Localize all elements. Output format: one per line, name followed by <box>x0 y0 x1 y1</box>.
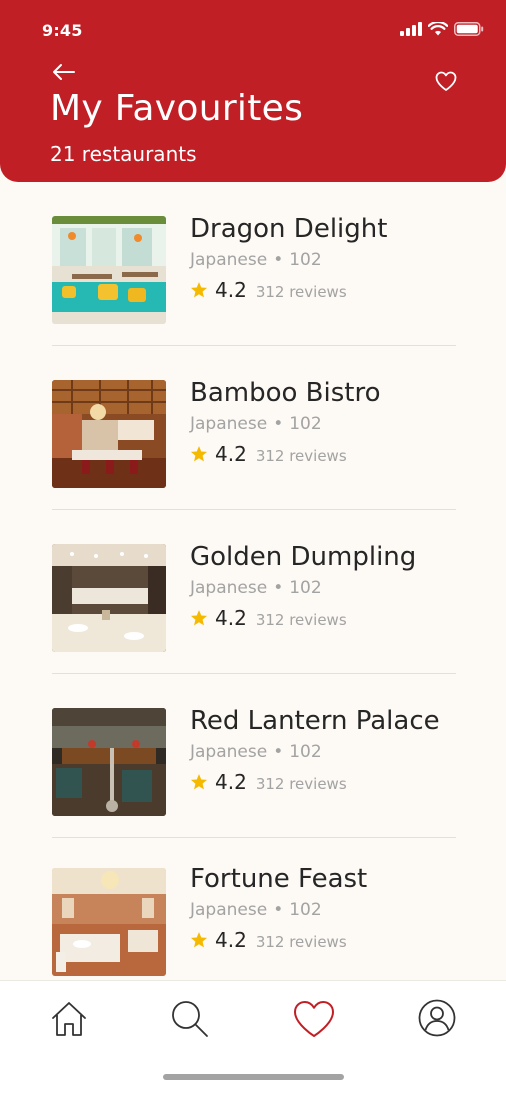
signal-icon <box>400 22 422 36</box>
restaurant-code: 102 <box>289 742 322 762</box>
page-title: My Favourites <box>50 88 304 129</box>
meta-separator: • <box>273 414 284 434</box>
wifi-icon <box>428 22 448 36</box>
rating-row: 4.2 312 reviews <box>190 278 347 302</box>
restaurant-card-golden-dumpling[interactable]: Golden Dumpling Japanese • 102 4.2 312 rev… <box>52 510 456 674</box>
meta-separator: • <box>273 250 284 270</box>
restaurant-photo <box>52 216 166 324</box>
home-indicator <box>163 1074 344 1080</box>
cuisine-label: Japanese <box>190 578 268 598</box>
rating-value: 4.2 <box>215 278 247 302</box>
arrow-left-icon <box>53 64 75 80</box>
review-count: 312 reviews <box>255 283 347 301</box>
restaurant-card-fortune-feast[interactable]: Fortune Feast Japanese • 102 4.2 312 revie… <box>52 838 456 980</box>
restaurant-name: Dragon Delight <box>190 214 388 244</box>
restaurant-meta: Japanese • 102 <box>190 414 322 434</box>
review-count: 312 reviews <box>255 611 347 629</box>
star-icon <box>190 932 208 948</box>
meta-separator: • <box>273 900 284 920</box>
heart-icon <box>294 1001 334 1037</box>
heart-outline-icon <box>435 71 457 91</box>
status-time: 9:45 <box>42 21 83 40</box>
restaurant-photo <box>52 868 166 976</box>
star-icon <box>190 446 208 462</box>
rating-row: 4.2 312 reviews <box>190 442 347 466</box>
profile-icon <box>418 999 456 1037</box>
restaurant-card-red-lantern-palace[interactable]: Red Lantern Palace Japanese • 102 4.2 312 … <box>52 674 456 838</box>
restaurant-card-dragon-delight[interactable]: Dragon Delight Japanese • 102 4.2 312 revi… <box>52 182 456 346</box>
star-icon <box>190 774 208 790</box>
restaurant-meta: Japanese • 102 <box>190 742 322 762</box>
search-icon <box>172 1001 208 1037</box>
restaurant-card-bamboo-bistro[interactable]: Bamboo Bistro Japanese • 102 4.2 312 revie… <box>52 346 456 510</box>
restaurant-name: Fortune Feast <box>190 864 368 894</box>
star-icon <box>190 610 208 626</box>
tab-home[interactable] <box>49 999 89 1039</box>
restaurant-name: Bamboo Bistro <box>190 378 381 408</box>
favourites-list: Dragon Delight Japanese • 102 4.2 312 revi… <box>0 182 506 980</box>
restaurant-code: 102 <box>289 578 322 598</box>
restaurant-meta: Japanese • 102 <box>190 900 322 920</box>
cuisine-label: Japanese <box>190 742 268 762</box>
cuisine-label: Japanese <box>190 250 268 270</box>
rating-value: 4.2 <box>215 442 247 466</box>
tab-profile[interactable] <box>418 999 458 1039</box>
restaurant-photo <box>52 708 166 816</box>
restaurant-code: 102 <box>289 250 322 270</box>
header: 9:45 My Favourites 21 restaurants <box>0 0 506 182</box>
cuisine-label: Japanese <box>190 414 268 434</box>
review-count: 312 reviews <box>255 447 347 465</box>
home-icon <box>52 1002 86 1036</box>
rating-row: 4.2 312 reviews <box>190 770 347 794</box>
restaurant-name: Golden Dumpling <box>190 542 417 572</box>
back-button[interactable] <box>50 60 78 84</box>
meta-separator: • <box>273 578 284 598</box>
rating-value: 4.2 <box>215 606 247 630</box>
review-count: 312 reviews <box>255 775 347 793</box>
restaurant-count: 21 restaurants <box>50 142 197 166</box>
star-icon <box>190 282 208 298</box>
restaurant-meta: Japanese • 102 <box>190 250 322 270</box>
rating-value: 4.2 <box>215 928 247 952</box>
restaurant-code: 102 <box>289 414 322 434</box>
tab-favourites[interactable] <box>293 999 334 1039</box>
cuisine-label: Japanese <box>190 900 268 920</box>
restaurant-meta: Japanese • 102 <box>190 578 322 598</box>
review-count: 312 reviews <box>255 933 347 951</box>
restaurant-photo <box>52 380 166 488</box>
rating-row: 4.2 312 reviews <box>190 606 347 630</box>
meta-separator: • <box>273 742 284 762</box>
rating-row: 4.2 312 reviews <box>190 928 347 952</box>
status-icons <box>400 22 484 36</box>
battery-icon <box>454 22 484 36</box>
restaurant-photo <box>52 544 166 652</box>
favorite-button[interactable] <box>434 70 458 92</box>
rating-value: 4.2 <box>215 770 247 794</box>
restaurant-name: Red Lantern Palace <box>190 706 440 736</box>
restaurant-code: 102 <box>289 900 322 920</box>
tab-search[interactable] <box>169 999 209 1039</box>
bottom-tab-bar <box>0 980 506 1095</box>
